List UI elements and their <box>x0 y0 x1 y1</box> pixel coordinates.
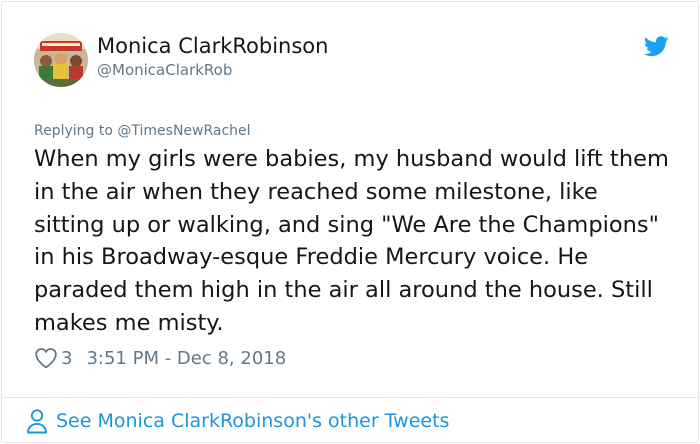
replying-to-line: Replying to @TimesNewRachel <box>34 123 251 139</box>
see-other-tweets-link[interactable]: See Monica ClarkRobinson's other Tweets <box>26 407 449 435</box>
author-handle[interactable]: @MonicaClarkRob <box>97 61 232 79</box>
avatar[interactable] <box>34 33 88 87</box>
tweet-meta: 3 3:51 PM - Dec 8, 2018 <box>34 345 286 371</box>
reply-mention-link[interactable]: @TimesNewRachel <box>117 123 250 139</box>
heart-outline-icon[interactable] <box>34 347 58 369</box>
tweet-card: Monica ClarkRobinson @MonicaClarkRob Rep… <box>1 1 699 443</box>
tweet-text: When my girls were babies, my husband wo… <box>34 146 669 336</box>
replying-to-label: Replying to <box>34 123 118 139</box>
like-count[interactable]: 3 <box>61 348 72 369</box>
footer-divider <box>2 397 698 398</box>
see-other-tweets-label[interactable]: See Monica ClarkRobinson's other Tweets <box>56 410 449 432</box>
twitter-bird-icon[interactable] <box>644 36 669 57</box>
author-display-name[interactable]: Monica ClarkRobinson <box>97 34 328 58</box>
person-outline-icon <box>27 409 47 434</box>
tweet-timestamp[interactable]: 3:51 PM - Dec 8, 2018 <box>86 348 286 369</box>
